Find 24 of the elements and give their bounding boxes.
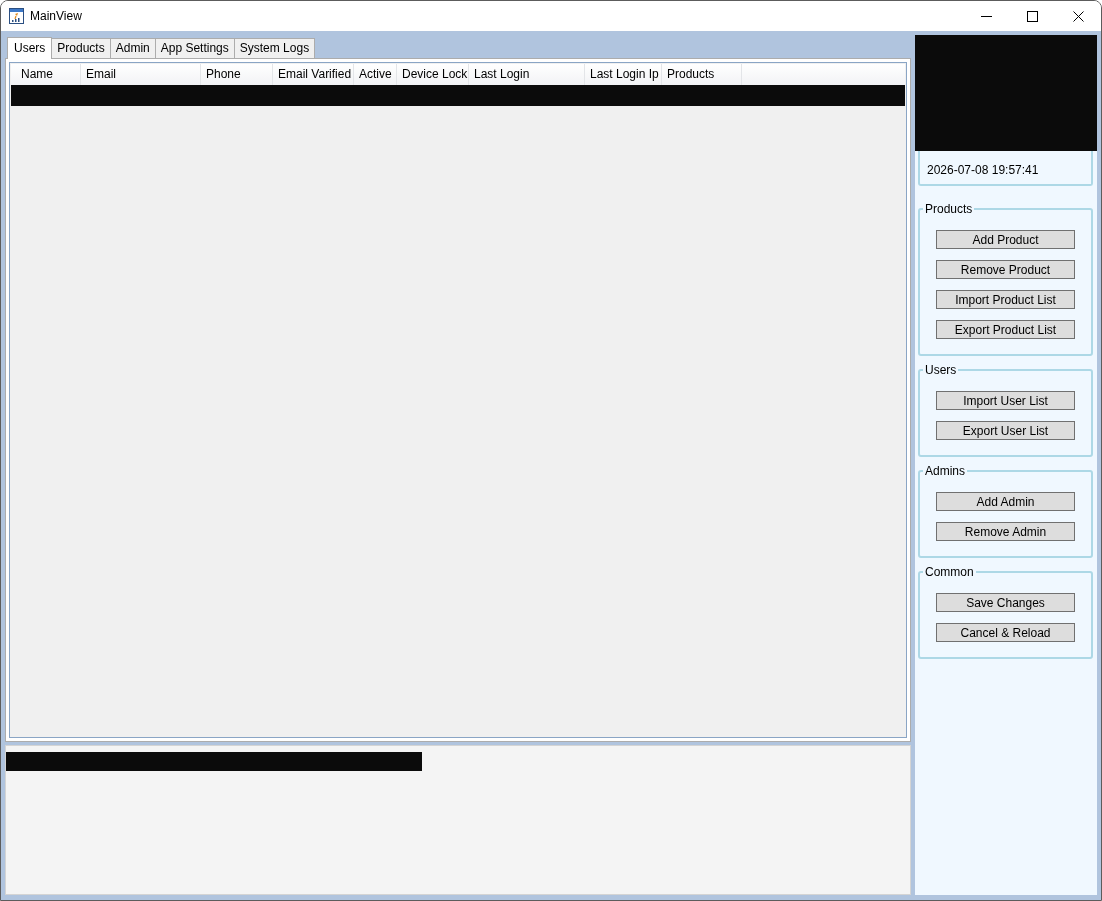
group-title: Users (924, 363, 958, 377)
action-button[interactable]: Export Product List (936, 320, 1075, 339)
action-button[interactable]: Cancel & Reload (936, 623, 1075, 642)
maximize-icon (1026, 10, 1038, 22)
action-button[interactable]: Remove Product (936, 260, 1075, 279)
window-icon (9, 8, 24, 24)
tab[interactable]: Users (7, 37, 53, 59)
action-button[interactable]: Add Product (936, 230, 1075, 249)
action-button[interactable]: Export User List (936, 421, 1075, 440)
tab[interactable]: System Logs (233, 38, 316, 58)
group-title: Common (924, 565, 975, 579)
action-button[interactable]: Remove Admin (936, 522, 1075, 541)
close-icon (1072, 10, 1084, 22)
timestamp-text: 2026-07-08 19:57:41 (927, 163, 1039, 177)
group-title: Products (924, 202, 974, 216)
tab[interactable]: Products (51, 38, 111, 58)
action-button[interactable]: Save Changes (936, 593, 1075, 612)
action-button[interactable]: Import Product List (936, 290, 1075, 309)
window-title: MainView (30, 8, 82, 25)
group-title: Admins (924, 464, 966, 478)
action-button[interactable]: Add Admin (936, 492, 1075, 511)
tab[interactable]: App Settings (154, 38, 235, 58)
tab[interactable]: Admin (109, 38, 156, 58)
action-button[interactable]: Import User List (936, 391, 1075, 410)
